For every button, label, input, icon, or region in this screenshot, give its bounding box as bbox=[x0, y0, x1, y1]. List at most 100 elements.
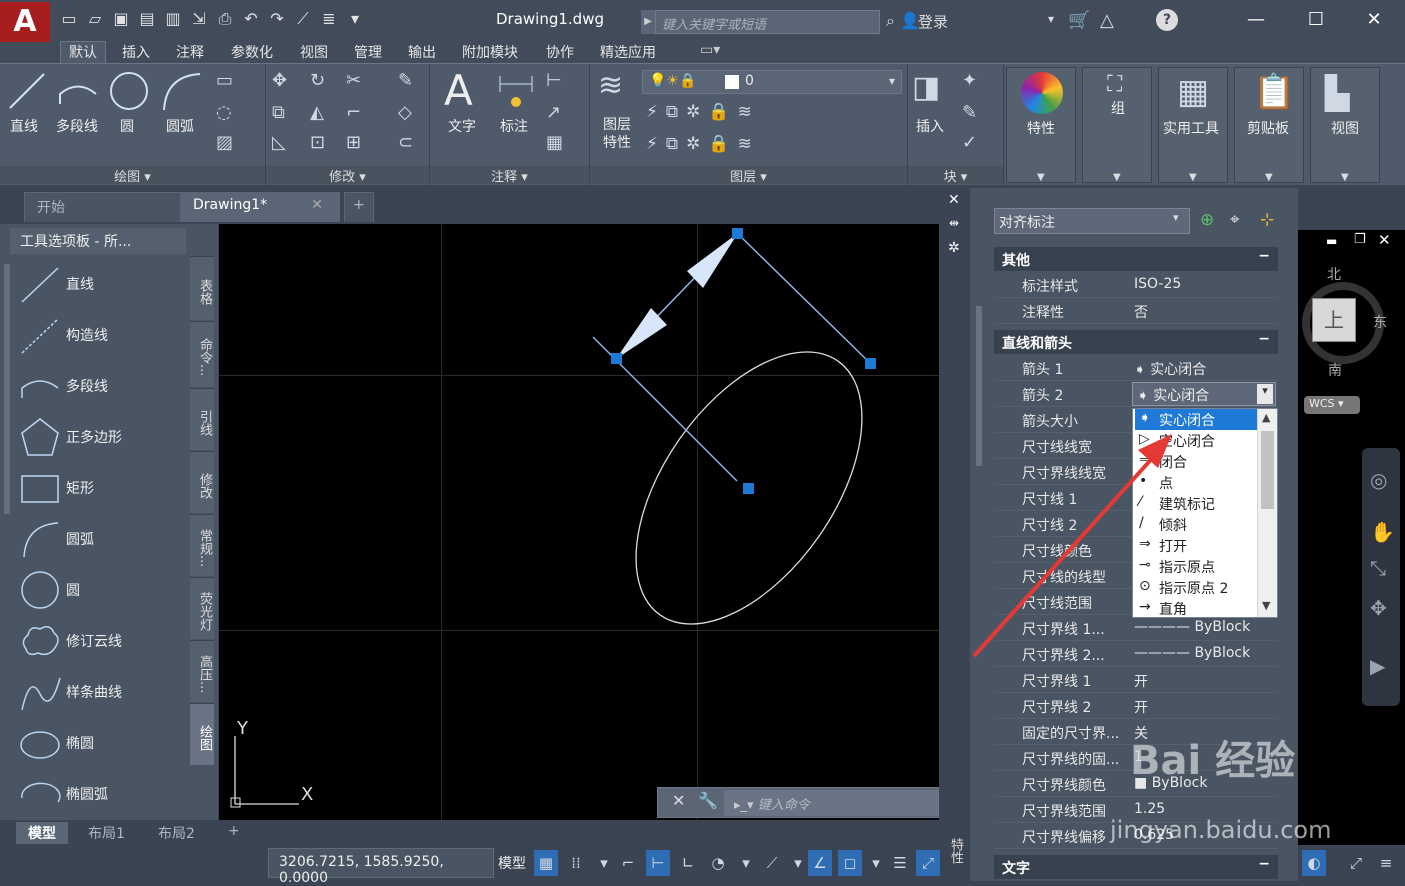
ortho-icon[interactable]: ∟ bbox=[676, 850, 700, 876]
insert-block-label[interactable]: 插入 bbox=[916, 116, 944, 136]
section-lines-arrows[interactable]: 直线和箭头 − bbox=[994, 330, 1278, 354]
copy-icon[interactable]: ⧉ bbox=[272, 102, 285, 123]
section-misc[interactable]: 其他 − bbox=[994, 247, 1278, 271]
property-row[interactable]: 箭头 1 ➧ 实心闭合 bbox=[994, 355, 1278, 381]
viewport-minimize-icon[interactable]: ▬ bbox=[1326, 234, 1337, 248]
dropdown-scrollbar[interactable]: ▲ ▼ bbox=[1257, 409, 1277, 617]
close-tab-icon[interactable]: ✕ bbox=[311, 197, 323, 213]
explode-icon[interactable]: ◇ bbox=[398, 102, 412, 123]
extension-line-2[interactable] bbox=[736, 232, 872, 365]
osnap-tracking-icon[interactable]: ⟋ bbox=[760, 850, 784, 876]
user-icon[interactable]: 👤 bbox=[900, 11, 920, 30]
layer-properties-label[interactable]: 图层特性 bbox=[600, 116, 634, 152]
palette-tab-draw[interactable]: 绘图 bbox=[190, 703, 214, 765]
linear-dim-icon[interactable]: ⊢ bbox=[546, 70, 562, 91]
isolate-objects-icon[interactable]: ◐ bbox=[1302, 850, 1326, 876]
lineweight-icon[interactable]: ◻ bbox=[838, 850, 862, 876]
property-row[interactable]: 尺寸界线 1开 bbox=[994, 667, 1278, 693]
line-tool-icon[interactable] bbox=[6, 70, 48, 112]
osnap-icon[interactable]: ∠ bbox=[808, 850, 832, 876]
tab-default[interactable]: 默认 bbox=[60, 41, 106, 64]
snap-icon[interactable]: ⁞⁞ bbox=[564, 850, 588, 876]
save-as-icon[interactable]: ▤ bbox=[136, 8, 158, 30]
pan-icon[interactable]: ✋ bbox=[1370, 520, 1395, 544]
dynamic-input-icon[interactable]: ⊢ bbox=[646, 850, 670, 876]
maximize-button[interactable]: ☐ bbox=[1296, 6, 1336, 34]
compass-north[interactable]: 北 bbox=[1327, 264, 1341, 284]
new-icon[interactable]: ▭ bbox=[58, 8, 80, 30]
palette-item-ellipse[interactable]: 椭圆 bbox=[18, 719, 178, 767]
close-icon[interactable]: ✕ bbox=[672, 791, 685, 810]
palette-item-line[interactable]: 直线 bbox=[18, 260, 178, 308]
layer-dropdown[interactable]: 💡☀🔒 0 ▾ bbox=[642, 70, 902, 94]
palette-tab-command[interactable]: 命令... bbox=[190, 321, 214, 387]
tab-parametric[interactable]: 参数化 bbox=[231, 42, 273, 62]
sign-in-button[interactable]: 登录 bbox=[918, 11, 948, 32]
infer-constraints-icon[interactable]: ⌐ bbox=[616, 850, 640, 876]
qat-dropdown-icon[interactable]: ▾ bbox=[344, 8, 366, 30]
tab-view[interactable]: 视图 bbox=[300, 42, 328, 62]
undo-icon[interactable]: ↶ bbox=[240, 8, 262, 30]
scroll-up-icon[interactable]: ▲ bbox=[1262, 411, 1270, 424]
selection-cycling-icon[interactable]: ⤢ bbox=[916, 850, 940, 876]
leader-icon[interactable]: ↗ bbox=[546, 102, 561, 123]
circle-tool-icon[interactable] bbox=[108, 70, 150, 112]
compass-east[interactable]: 东 bbox=[1373, 312, 1387, 332]
minimize-button[interactable]: — bbox=[1236, 6, 1276, 34]
new-tab-icon[interactable]: + bbox=[344, 192, 374, 222]
tab-model[interactable]: 模型 bbox=[16, 822, 68, 844]
tab-featured-apps[interactable]: 精选应用 bbox=[600, 42, 656, 62]
match-properties-icon[interactable]: ⟋ bbox=[292, 8, 314, 30]
palette-item-polyline[interactable]: 多段线 bbox=[18, 362, 178, 410]
orbit-icon[interactable]: ✥ bbox=[1370, 596, 1387, 620]
edit-block-icon[interactable]: ✎ bbox=[962, 102, 977, 123]
layer-properties-icon[interactable]: ≋ bbox=[598, 68, 623, 103]
drawing-canvas[interactable]: Y X bbox=[219, 224, 939, 820]
customize-status-icon[interactable]: ≡ bbox=[1374, 850, 1398, 876]
property-row-active[interactable]: 箭头 2 ➧ 实心闭合 ▾ bbox=[994, 381, 1278, 407]
arc-tool-icon[interactable] bbox=[160, 70, 202, 112]
viewport-restore-icon[interactable]: ❐ bbox=[1354, 232, 1366, 247]
table-icon[interactable]: ▦ bbox=[546, 132, 563, 153]
palette-item-elliptical-arc[interactable]: 椭圆弧 bbox=[18, 770, 178, 818]
search-expand-icon[interactable]: ▶ bbox=[641, 10, 655, 34]
snap-dropdown-icon[interactable]: ▾ bbox=[592, 850, 616, 876]
create-block-icon[interactable]: ✦ bbox=[962, 70, 977, 91]
palette-item-polygon[interactable]: 正多边形 bbox=[18, 413, 178, 461]
quick-select-icon[interactable]: ⊕ bbox=[1200, 210, 1214, 230]
command-input[interactable]: ▸_▾ 键入命令 bbox=[724, 790, 938, 816]
palette-tab-modify[interactable]: 修改 bbox=[190, 451, 214, 513]
showmotion-icon[interactable]: ▶ bbox=[1370, 654, 1385, 678]
erase-icon[interactable]: ✎ bbox=[398, 70, 413, 91]
tab-output[interactable]: 输出 bbox=[408, 42, 436, 62]
tab-insert[interactable]: 插入 bbox=[122, 42, 150, 62]
redo-icon[interactable]: ↷ bbox=[266, 8, 288, 30]
ellipse-icon[interactable]: ◌ bbox=[216, 102, 232, 123]
tab-manage[interactable]: 管理 bbox=[354, 42, 382, 62]
scale-icon[interactable]: ⊡ bbox=[310, 132, 325, 153]
line-tool-label[interactable]: 直线 bbox=[10, 116, 38, 136]
export-icon[interactable]: ⇲ bbox=[188, 8, 210, 30]
transparency-icon[interactable]: ☰ bbox=[888, 850, 912, 876]
arrowhead-2[interactable] bbox=[687, 233, 738, 288]
group-big-button[interactable]: ⛶ 组 ▼ bbox=[1082, 67, 1152, 183]
viewport-close-icon[interactable]: ✕ bbox=[1378, 231, 1391, 249]
draw-panel-label[interactable]: 绘图 ▾ bbox=[0, 166, 265, 185]
offset-icon[interactable]: ⊂ bbox=[398, 132, 413, 153]
properties-big-button[interactable]: 特性 ▼ bbox=[1006, 67, 1076, 183]
grip-point[interactable] bbox=[865, 358, 876, 369]
steering-wheel-icon[interactable]: ◎ bbox=[1370, 468, 1387, 492]
palette-item-construction-line[interactable]: 构造线 bbox=[18, 311, 178, 359]
close-button[interactable]: ✕ bbox=[1354, 6, 1394, 34]
palette-tab-tables[interactable]: 表格 bbox=[190, 256, 214, 320]
palette-tab-leaders[interactable]: 引线 bbox=[190, 388, 214, 450]
layers-panel-label[interactable]: 图层 ▾ bbox=[590, 166, 907, 185]
settings-icon[interactable]: ✲ bbox=[948, 240, 960, 256]
block-panel-label[interactable]: 块 ▾ bbox=[908, 166, 1003, 185]
clipboard-big-button[interactable]: 📋 剪贴板 ▼ bbox=[1234, 67, 1304, 183]
tab-layout2[interactable]: 布局2 bbox=[146, 822, 207, 844]
tab-drawing1[interactable]: Drawing1* ✕ bbox=[180, 192, 340, 222]
toggle-pickadd-icon[interactable]: ⊹ bbox=[1260, 210, 1274, 230]
grip-point[interactable] bbox=[611, 353, 622, 364]
property-row[interactable]: 尺寸界线 2开 bbox=[994, 693, 1278, 719]
